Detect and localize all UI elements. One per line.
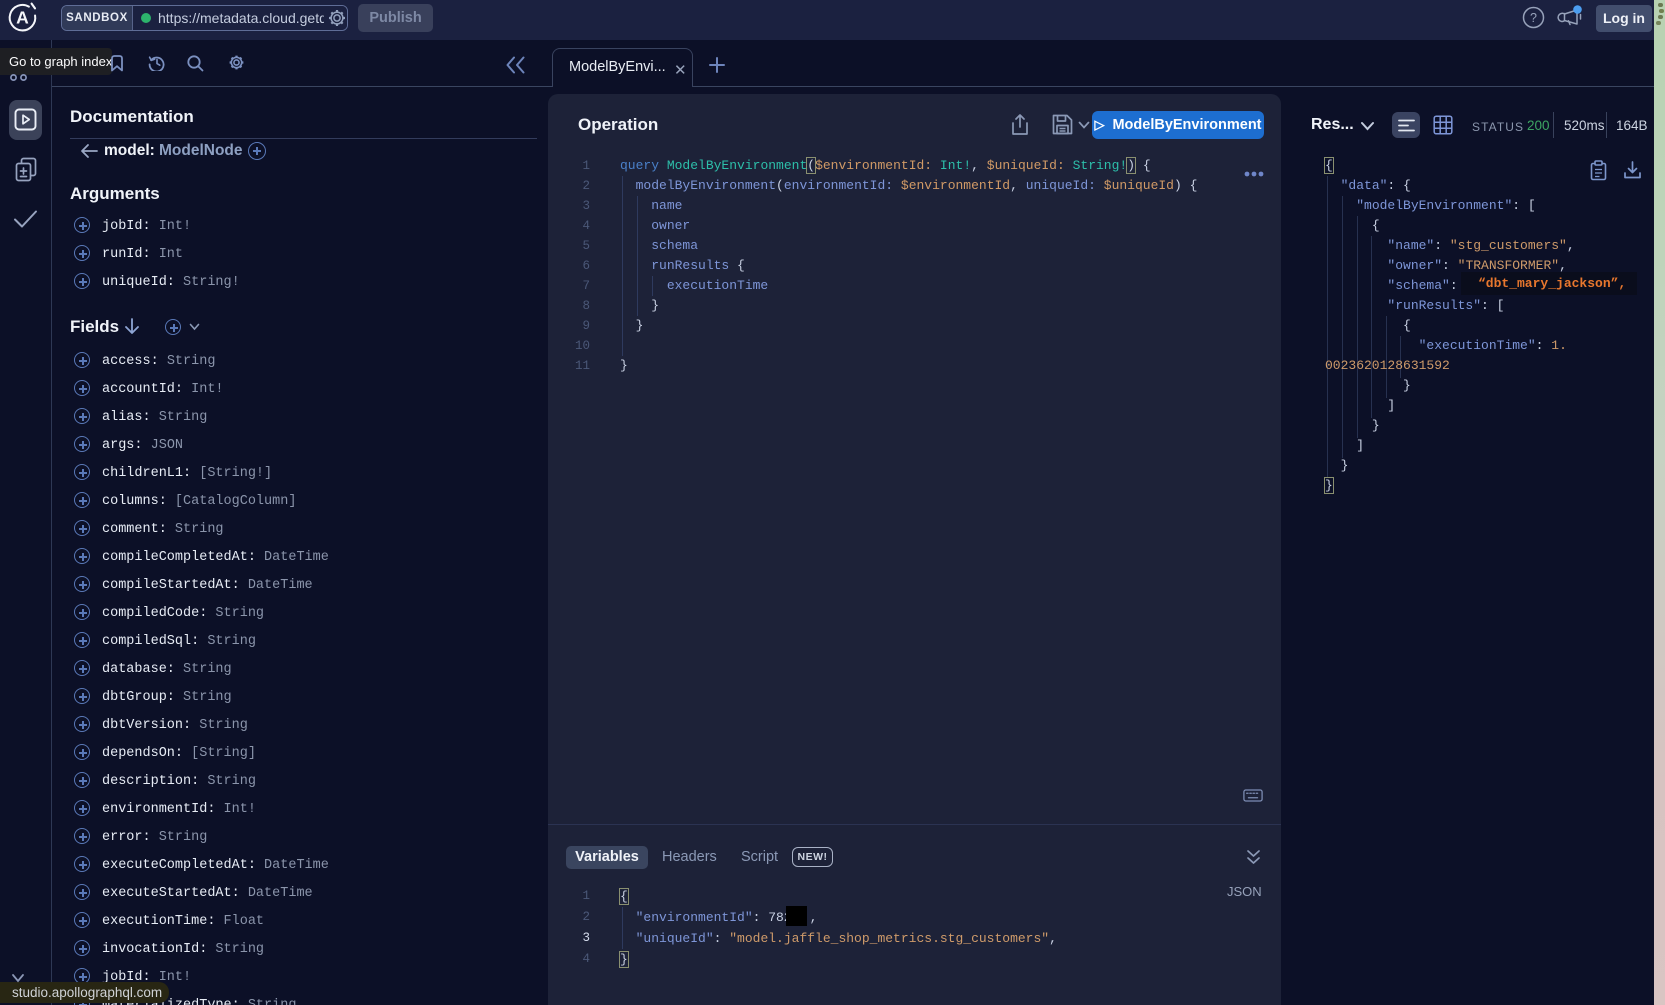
svg-text:?: ? xyxy=(1530,11,1537,25)
svg-text:A: A xyxy=(16,8,29,28)
